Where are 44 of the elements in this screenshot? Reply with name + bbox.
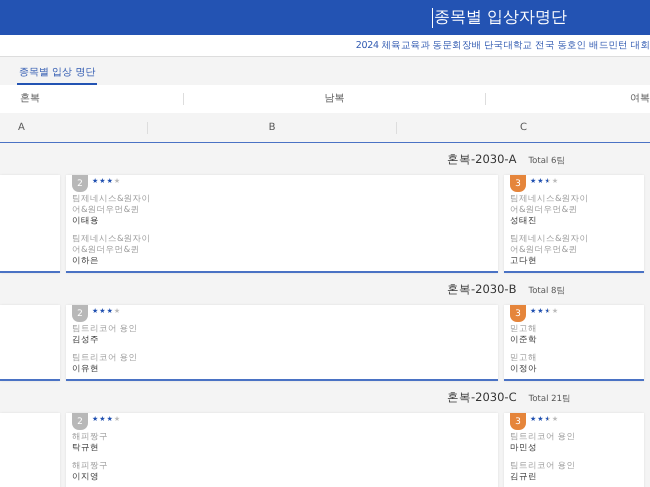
medal-badge: 3 [510,413,526,430]
group-title: 혼복-2030-A [447,152,516,167]
group-title: 혼복-2030-B [447,282,516,297]
medal-badge: 3 [510,175,526,192]
team-name: 팀제네시스&원자이어&원더우먼&퀸 [72,194,152,216]
team-name: 믿고해 [510,353,538,364]
player-name: 탁규현 [72,443,100,454]
group-title: 혼복-2030-C [447,390,517,405]
player-name: 김규린 [510,472,538,483]
medal-badge: 2 [72,175,88,192]
team-name: 해피짱구 [72,461,109,472]
team-total: Total 21팀 [528,393,571,405]
player-name: 성태진 [510,216,538,227]
category-tab[interactable]: 혼복 [0,93,183,105]
medal-badge: 2 [72,305,88,322]
player-name: 이하은 [72,256,100,267]
event-subtitle: 2024 체육교육과 동문회장배 단국대학교 전국 동호인 배드민턴 대회 [356,39,650,52]
division-tab[interactable]: C [396,122,650,134]
team-name: 믿고해 [510,324,538,335]
page-title: 종목별 입상자명단 [434,7,568,28]
player-name: 이준학 [510,335,538,346]
category-tab[interactable]: 남복 [183,93,485,105]
player-name: 이정아 [510,364,538,375]
team-name: 팀트리코어 용인 [72,324,139,335]
team-name: 해피짱구 [72,432,109,443]
medal-badge: 2 [72,413,88,430]
player-name: 이태용 [72,216,100,227]
player-name: 김성주 [72,335,100,346]
player-name: 이유현 [72,364,100,375]
division-tab[interactable]: B [147,122,396,134]
team-name: 팀제네시스&원자이어&원더우먼&퀸 [72,234,152,256]
player-name: 이지영 [72,472,100,483]
team-name: 팀제네시스&원자이어&원더우먼&퀸 [510,194,590,216]
team-total: Total 8팀 [528,285,566,297]
team-total: Total 6팀 [528,155,566,167]
category-tab[interactable]: 여복 [485,93,650,105]
team-name: 팀트리코어 용인 [510,461,577,472]
team-name: 팀트리코어 용인 [510,432,577,443]
player-name: 마민성 [510,443,538,454]
team-name: 팀제네시스&원자이어&원더우먼&퀸 [510,234,590,256]
team-name: 팀트리코어 용인 [72,353,139,364]
division-tab[interactable]: A [0,122,147,134]
player-name: 고다현 [510,256,538,267]
medal-badge: 3 [510,305,526,322]
